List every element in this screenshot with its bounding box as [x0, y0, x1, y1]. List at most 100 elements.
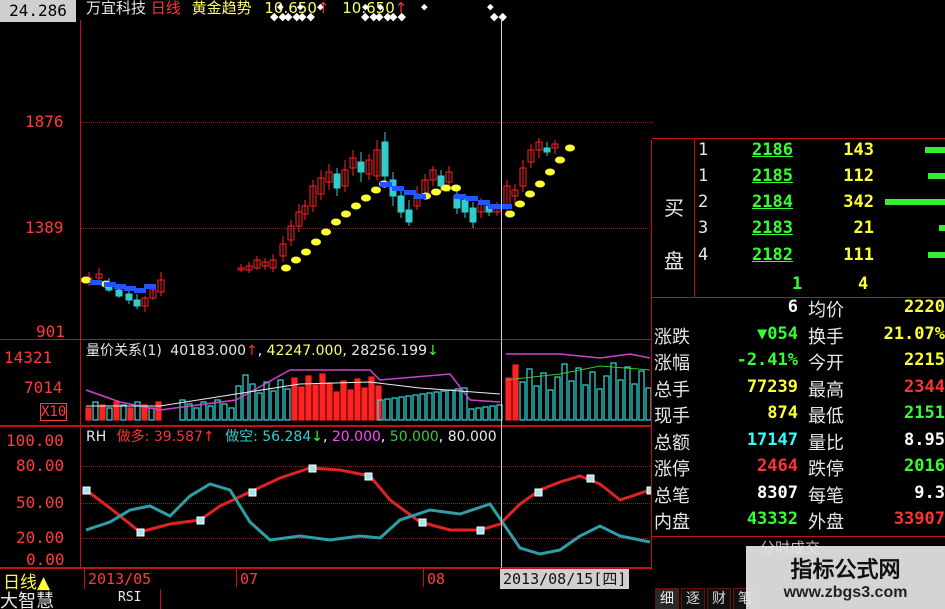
volume-bar	[610, 362, 617, 421]
volume-bar	[447, 389, 454, 421]
volume-bar	[398, 396, 405, 421]
quote-label: 涨跌	[654, 326, 690, 348]
date-axis-label: 07	[240, 570, 259, 588]
book-volume: 342	[843, 192, 874, 212]
trend-dot	[505, 210, 515, 218]
book-price[interactable]: 2186	[752, 140, 793, 160]
volume-bar	[454, 388, 461, 421]
volume-bar	[391, 397, 398, 421]
trend-segment	[90, 280, 102, 285]
tab-detail[interactable]: 细	[655, 588, 679, 609]
volume-bar	[433, 391, 440, 421]
trend-dot	[301, 248, 311, 256]
volume-bar	[547, 389, 554, 421]
trend-dot	[361, 194, 371, 202]
quote-label: 现手	[654, 406, 690, 427]
tab-divider	[160, 589, 161, 609]
price-panel[interactable]: 24.286 万宜科技 日线 黄金趋势 10.650↑ 10.650↑ 1876…	[0, 0, 652, 341]
book-level: 4	[698, 245, 709, 265]
volume-bar	[554, 376, 561, 421]
volume-bar	[99, 404, 106, 421]
rsi-marker	[586, 474, 595, 483]
quote-label: 外盘	[808, 512, 844, 533]
volume-bars[interactable]	[0, 340, 652, 426]
quote-label: 量比	[808, 432, 844, 454]
book-volume-bar	[885, 199, 945, 205]
quote-label: 跌停	[808, 459, 844, 480]
rsi-panel[interactable]: RH 做多: 39.587↑ 做空: 56.284↓, 20.000, 50.0…	[0, 426, 652, 569]
volume-bar	[340, 380, 347, 421]
partial-row-volume: 4	[858, 274, 869, 294]
watermark: 指标公式网 www.zbgs3.com	[746, 546, 945, 609]
tab-tick[interactable]: 逐	[681, 588, 705, 609]
date-axis-label: 08	[427, 570, 446, 588]
book-price[interactable]: 2182	[752, 245, 793, 265]
quote-label: 总手	[654, 379, 690, 401]
panel-divider	[0, 425, 652, 427]
trend-dot	[311, 238, 321, 246]
volume-bar	[468, 408, 475, 421]
book-price[interactable]: 2183	[752, 218, 793, 238]
quote-value: 2215	[904, 350, 945, 370]
volume-bar	[482, 406, 489, 421]
candle-body	[405, 209, 413, 223]
candle-body	[543, 147, 551, 153]
candle-body	[125, 293, 133, 301]
volume-bar	[85, 407, 92, 421]
tab-finance[interactable]: 财	[707, 588, 731, 609]
book-price[interactable]: 2184	[752, 192, 793, 212]
trend-dot	[515, 200, 525, 208]
quote-label: 每笔	[808, 485, 844, 507]
rsi-marker	[308, 464, 317, 473]
volume-bar	[368, 376, 375, 421]
volume-bar	[277, 379, 284, 421]
volume-panel[interactable]: 14321 7014 X10 量价关系(1) 40183.000↑, 42247…	[0, 340, 652, 426]
rsi-marker	[248, 488, 257, 497]
quote-label: 最高	[808, 379, 844, 401]
watermark-url: www.zbgs3.com	[783, 584, 908, 601]
quote-label: 换手	[808, 326, 844, 348]
trend-dot	[565, 144, 575, 152]
quote-label: 总额	[654, 432, 690, 454]
rsi-lines[interactable]	[0, 426, 652, 568]
book-level: 1	[698, 166, 709, 186]
bottom-bar: 日线▲ 大智慧 2013/05 07 08 2013/08/15[四] RSI	[0, 569, 652, 609]
volume-bar	[540, 372, 547, 421]
partial-row-price: 1	[792, 274, 803, 294]
rsi-tab[interactable]: RSI	[118, 590, 141, 605]
volume-bar	[193, 407, 200, 421]
volume-bar	[631, 383, 638, 421]
quote-label: 涨停	[654, 459, 690, 480]
candlestick-chart[interactable]: ◆ ◆ ◆ ◆ ◆ ◆ ◆◆◆◆◆◆◆ ◆◆◆◆◆◆ ◆◆	[0, 0, 652, 340]
volume-bar	[333, 391, 340, 421]
trend-segment	[466, 196, 478, 201]
volume-bar	[361, 387, 368, 421]
rsi-marker	[534, 488, 543, 497]
volume-bar	[326, 382, 333, 421]
quote-value: 9.3	[914, 482, 945, 503]
volume-bar	[120, 404, 127, 421]
volume-bar	[617, 379, 624, 421]
book-price[interactable]: 2185	[752, 166, 793, 186]
trend-dot	[351, 202, 361, 210]
tick-marker	[423, 569, 424, 587]
volume-bar	[603, 375, 610, 421]
panel-divider	[0, 339, 652, 340]
quote-label: 总笔	[654, 485, 690, 507]
book-level: 3	[698, 218, 709, 238]
quote-value: 2016	[904, 456, 945, 476]
book-volume-bar	[925, 147, 945, 153]
quote-value: ▼054	[757, 323, 798, 344]
order-book[interactable]: 买 盘 1 2186 143 1 2185 112 2 2184 342 3 2183 21 4 2182…	[652, 138, 945, 298]
signal-marker: ◆	[317, 0, 324, 13]
watermark-title: 指标公式网	[790, 558, 901, 583]
quote-label: 涨幅	[654, 353, 690, 374]
tick-marker	[84, 569, 85, 589]
quote-value: 8.95	[904, 429, 945, 450]
quote-value: 2151	[904, 403, 945, 423]
quote-label: 今开	[808, 353, 844, 374]
trend-dot	[451, 184, 461, 192]
volume-bar	[589, 371, 596, 421]
volume-bar	[347, 389, 354, 421]
quote-label: 内盘	[654, 512, 690, 533]
